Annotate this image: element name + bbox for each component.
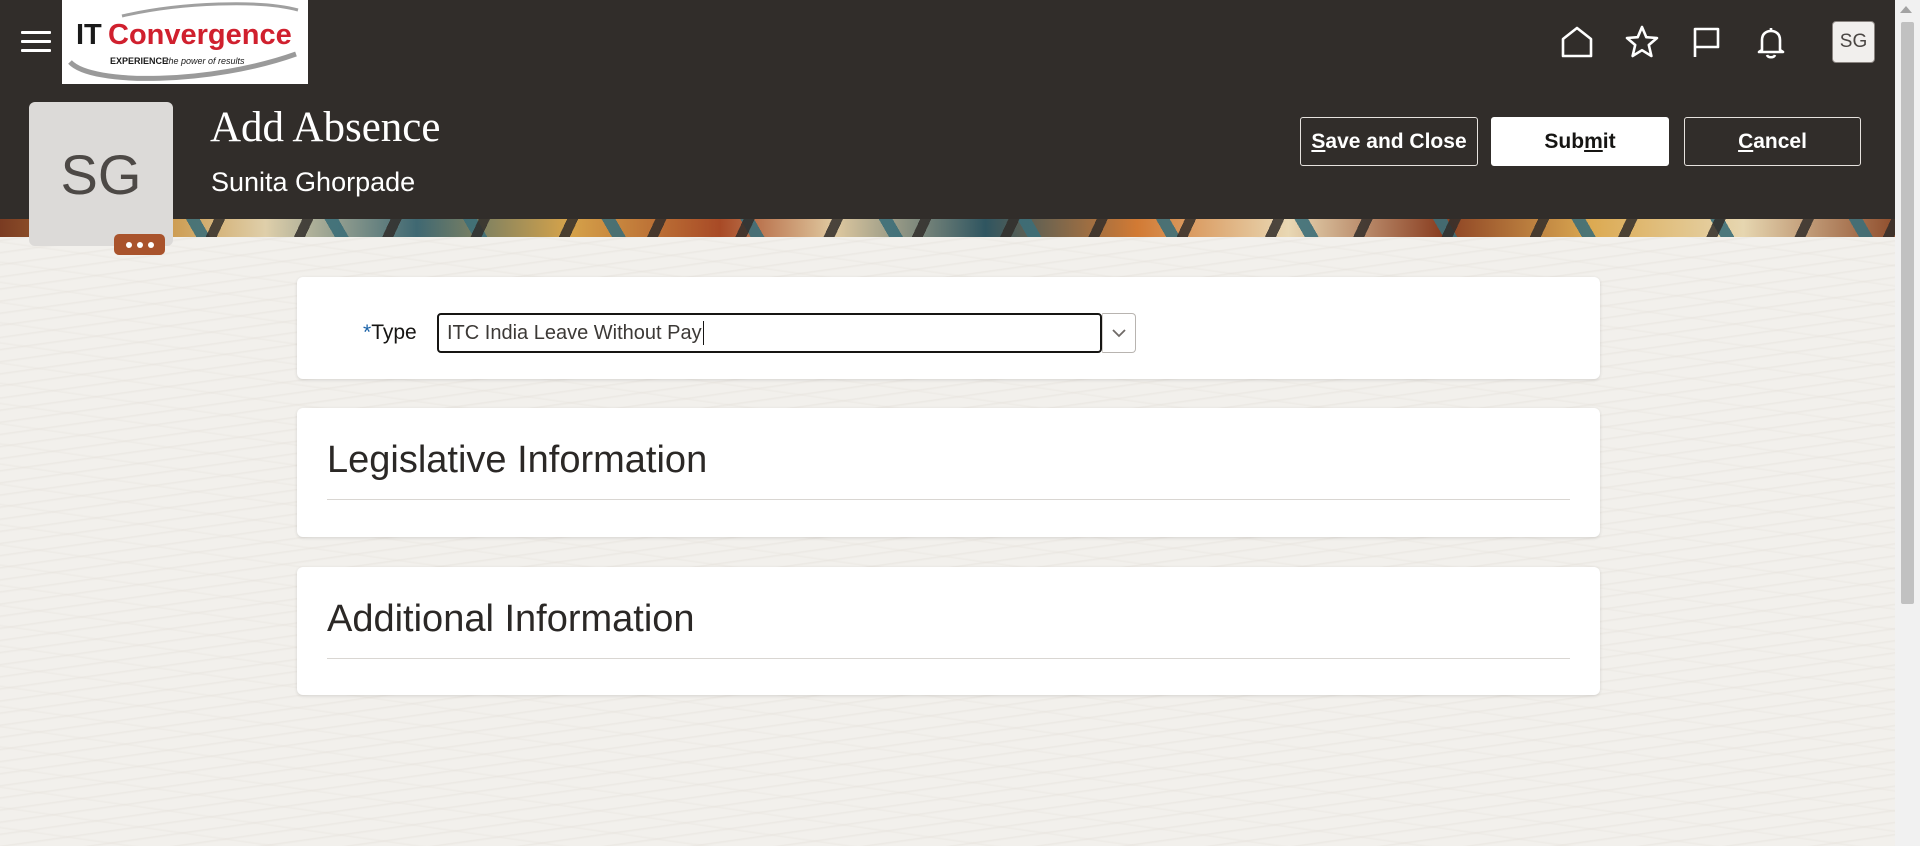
person-name: Sunita Ghorpade: [211, 167, 416, 197]
home-icon[interactable]: [1557, 22, 1597, 62]
save-and-close-button[interactable]: Save and Close: [1300, 117, 1478, 166]
absence-type-input[interactable]: ITC India Leave Without Pay: [437, 313, 1102, 353]
user-menu-badge[interactable]: SG: [1832, 21, 1875, 63]
scroll-up-arrow-icon[interactable]: [1900, 6, 1912, 13]
scrollbar-thumb[interactable]: [1901, 22, 1914, 604]
submit-mnemonic: m: [1584, 129, 1603, 153]
chevron-down-icon: [1112, 329, 1126, 338]
notifications-bell-icon[interactable]: [1751, 22, 1791, 62]
cancel-label-post: ancel: [1753, 129, 1807, 153]
more-dot: [147, 241, 154, 248]
save-close-label-post: ave and Close: [1325, 129, 1467, 153]
hamburger-menu-icon[interactable]: [18, 26, 54, 56]
additional-information-heading: Additional Information: [327, 598, 695, 640]
section-divider: [327, 658, 1570, 659]
required-marker: *: [363, 321, 372, 344]
logo-tagline-bold: EXPERIENCE: [110, 56, 168, 66]
logo-tagline: the power of results: [166, 56, 245, 66]
company-logo[interactable]: IT Convergence EXPERIENCE the power of r…: [62, 0, 308, 84]
submit-label-pre: Sub: [1544, 129, 1585, 153]
logo-brand-text: Convergence: [108, 19, 292, 51]
type-label: *Type: [363, 321, 417, 345]
legislative-information-heading: Legislative Information: [327, 439, 708, 481]
section-divider: [327, 499, 1570, 500]
more-dot: [136, 241, 143, 248]
itconvergence-logo: IT Convergence EXPERIENCE the power of r…: [68, 2, 299, 81]
decorative-banner: [0, 219, 1895, 237]
favorites-star-icon[interactable]: [1622, 22, 1662, 62]
page-title: Add Absence: [210, 104, 441, 151]
absence-type-dropdown-button[interactable]: [1102, 313, 1136, 353]
absence-type-card: *Type ITC India Leave Without Pay: [297, 277, 1600, 379]
logo-it-text: IT: [76, 19, 102, 51]
additional-information-section: Additional Information: [297, 567, 1600, 695]
save-close-mnemonic: S: [1311, 129, 1326, 153]
global-header: IT Convergence EXPERIENCE the power of r…: [0, 0, 1895, 222]
more-dot: [125, 241, 132, 248]
avatar: SG: [29, 102, 173, 246]
cancel-mnemonic: C: [1738, 129, 1754, 153]
flag-icon[interactable]: [1686, 22, 1726, 62]
submit-label-post: it: [1602, 129, 1616, 153]
cancel-button[interactable]: Cancel: [1684, 117, 1861, 166]
more-actions-button[interactable]: [114, 234, 165, 255]
submit-button[interactable]: Sub m it: [1491, 117, 1669, 166]
absence-type-value: ITC India Leave Without Pay: [447, 321, 702, 344]
legislative-information-section: Legislative Information: [297, 408, 1600, 537]
type-label-text: Type: [371, 321, 417, 344]
text-cursor: [702, 321, 704, 345]
